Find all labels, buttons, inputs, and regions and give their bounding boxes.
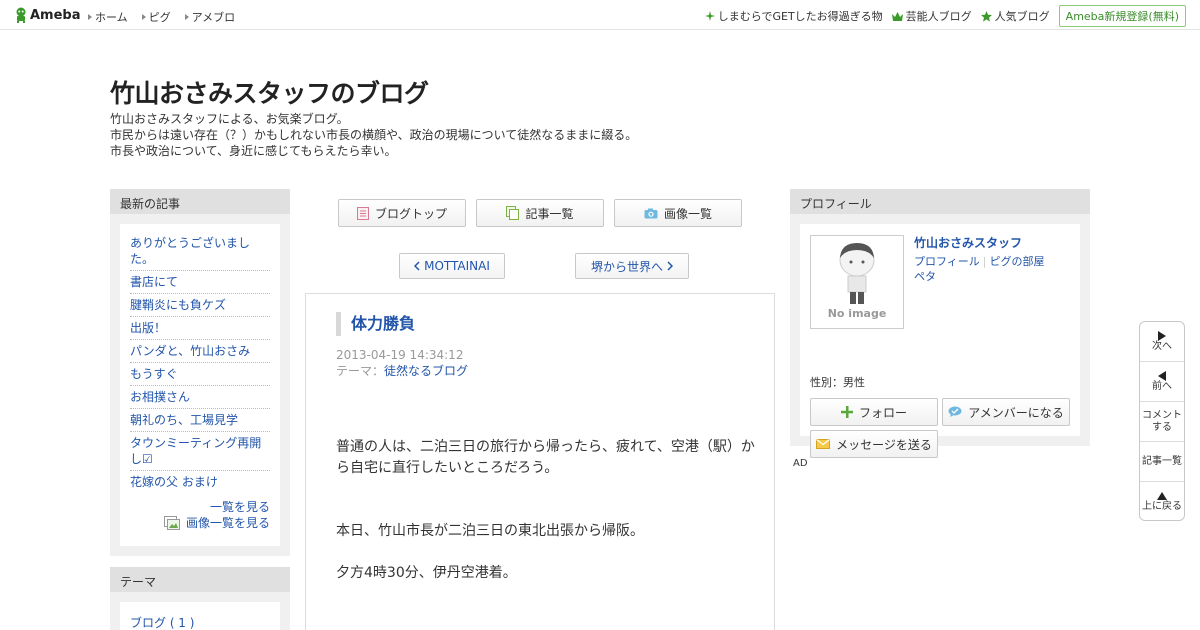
article-list: ありがとうございました。 書店にて 腱鞘炎にも負ケズ 出版！ パンダと、竹山おさ… [130, 232, 270, 493]
crown-icon [891, 11, 903, 21]
article-entry: 体力勝負 2013-04-19 14:34:12 テーマ：徒然なるブログ 普通の… [305, 293, 775, 630]
blog-title[interactable]: 竹山おさみスタッフのブログ [110, 74, 429, 110]
top-right-links: しまむらでGETしたお得過ぎる物 芸能人ブログ 人気ブログ Ameba新規登録(… [704, 5, 1186, 27]
triangle-right-icon [184, 14, 189, 20]
article-link[interactable]: 朝礼のち、工場見学 [130, 409, 270, 432]
entry-title[interactable]: 体力勝負 [336, 312, 415, 336]
noimage-label: No image [827, 307, 887, 320]
entry-theme-link[interactable]: 徒然なるブログ [384, 364, 468, 378]
message-button[interactable]: メッセージを送る [810, 430, 938, 458]
entry-paragraph: 夕方4時30分、伊丹空港着。 [336, 565, 517, 581]
article-link[interactable]: もうすぐ [130, 363, 270, 386]
article-link[interactable]: 花嫁の父 おまけ [130, 471, 270, 493]
article-link[interactable]: 腱鞘炎にも負ケズ [130, 294, 270, 317]
triangle-right-icon [141, 14, 146, 20]
link-celebrity-blog[interactable]: 芸能人ブログ [891, 8, 972, 24]
nav-home[interactable]: ホーム [88, 9, 128, 25]
blog-description: 竹山おさみスタッフによる、お気楽ブログ。 市民からは遠い存在（？）かもしれない市… [110, 112, 638, 158]
noimage-figure-icon [839, 243, 875, 304]
profile-box: プロフィール No image 竹山おさみスタッフ プロフィール | ピグの部屋 ペ… [790, 189, 1090, 458]
triangle-right-icon [88, 14, 92, 20]
top-nav: ホーム ピグ アメブロ [88, 9, 235, 25]
entry-body: 普通の人は、二泊三日の旅行から帰ったら、疲れて、空港（駅）から自宅に直行したいと… [336, 437, 756, 584]
theme-heading: テーマ [110, 567, 290, 592]
next-article-button[interactable]: 堺から世界へ [575, 253, 689, 279]
entry-theme-row: テーマ：徒然なるブログ [336, 364, 469, 378]
gender-info: 性別：男性 [810, 376, 865, 389]
speech-bubble-icon [948, 406, 962, 417]
latest-articles-inner: ありがとうございました。 書店にて 腱鞘炎にも負ケズ 出版！ パンダと、竹山おさ… [120, 224, 280, 546]
prev-article-button[interactable]: MOTTAINAI [399, 253, 505, 279]
nav-pig[interactable]: ピグ [141, 9, 171, 25]
ad-label: AD [793, 458, 808, 469]
profile-link[interactable]: プロフィール [914, 255, 980, 268]
entry-meta: 2013-04-19 14:34:12 テーマ：徒然なるブログ [336, 347, 468, 379]
blog-top-button[interactable]: ブログトップ [338, 199, 466, 227]
theme-inner: ブログ ( 1 ) [120, 602, 280, 630]
logo-text: Ameba [30, 7, 81, 23]
play-right-icon [1158, 330, 1166, 341]
chevron-right-icon [667, 261, 673, 271]
image-list-icon [163, 516, 180, 530]
link-shimamura[interactable]: しまむらでGETしたお得過ぎる物 [704, 8, 883, 24]
plus-icon [840, 406, 853, 418]
entry-date: 2013-04-19 14:34:12 [336, 348, 464, 362]
entry-paragraph: 普通の人は、二泊三日の旅行から帰ったら、疲れて、空港（駅）から自宅に直行したいと… [336, 439, 755, 476]
floating-side-nav: 次へ 前へ コメントする 記事一覧 上に戻る [1139, 321, 1185, 521]
peta-link[interactable]: ペタ [914, 270, 936, 283]
side-comment-button[interactable]: コメントする [1140, 402, 1184, 442]
star-icon [980, 10, 992, 22]
document-icon [356, 206, 369, 220]
article-link[interactable]: パンダと、竹山おさみ [130, 340, 270, 363]
link-popular-blog[interactable]: 人気ブログ [980, 8, 1050, 24]
article-link[interactable]: お相撲さん [130, 386, 270, 409]
entry-paragraph: 本日、竹山市長が二泊三日の東北出張から帰阪。 [336, 523, 644, 539]
theme-box: テーマ ブログ ( 1 ) [110, 567, 290, 630]
article-link[interactable]: タウンミーティング再開し☑ [130, 432, 270, 471]
play-left-icon [1158, 370, 1166, 381]
triangle-up-icon [1157, 492, 1167, 500]
copy-documents-icon [506, 206, 520, 220]
see-list-link[interactable]: 一覧を見る [130, 499, 270, 515]
side-article-list-button[interactable]: 記事一覧 [1140, 442, 1184, 482]
profile-heading: プロフィール [790, 189, 1090, 214]
see-images-link: 画像一覧を見る [185, 516, 270, 530]
see-images-row[interactable]: 画像一覧を見る [130, 515, 270, 531]
article-link[interactable]: 書店にて [130, 271, 270, 294]
ameba-logo[interactable]: Ameba [14, 7, 81, 23]
side-back-to-top-button[interactable]: 上に戻る [1140, 482, 1184, 522]
pig-room-link[interactable]: ピグの部屋 [990, 255, 1045, 268]
sparkle-icon [704, 11, 715, 21]
envelope-icon [816, 439, 831, 449]
article-list-button[interactable]: 記事一覧 [476, 199, 604, 227]
nav-ameblo[interactable]: アメブロ [184, 9, 235, 25]
latest-heading: 最新の記事 [110, 189, 290, 214]
avatar[interactable]: No image [810, 235, 904, 329]
top-bar: Ameba ホーム ピグ アメブロ しまむらでGETしたお得過ぎる物 芸能人ブロ… [0, 0, 1200, 30]
register-button[interactable]: Ameba新規登録(無料) [1058, 5, 1186, 27]
profile-inner: No image 竹山おさみスタッフ プロフィール | ピグの部屋 ペタ 性別：男性… [800, 224, 1080, 458]
theme-link[interactable]: ブログ ( 1 ) [130, 616, 194, 630]
side-next-button[interactable]: 次へ [1140, 322, 1184, 362]
amember-button[interactable]: アメンバーになる [942, 398, 1070, 426]
blog-nav-buttons: ブログトップ 記事一覧 画像一覧 [338, 199, 742, 227]
ameba-logo-icon [16, 7, 26, 23]
follow-button[interactable]: フォロー [810, 398, 938, 426]
profile-links: プロフィール | ピグの部屋 ペタ [914, 255, 1045, 283]
article-link[interactable]: ありがとうございました。 [130, 232, 270, 271]
image-list-button[interactable]: 画像一覧 [614, 199, 742, 227]
profile-name[interactable]: 竹山おさみスタッフ [914, 234, 1022, 251]
chevron-left-icon [414, 261, 420, 271]
camera-icon [644, 208, 658, 218]
more-links: 一覧を見る 画像一覧を見る [130, 499, 270, 531]
side-prev-button[interactable]: 前へ [1140, 362, 1184, 402]
article-link[interactable]: 出版！ [130, 317, 270, 340]
latest-articles-box: 最新の記事 ありがとうございました。 書店にて 腱鞘炎にも負ケズ 出版！ パンダ… [110, 189, 290, 556]
